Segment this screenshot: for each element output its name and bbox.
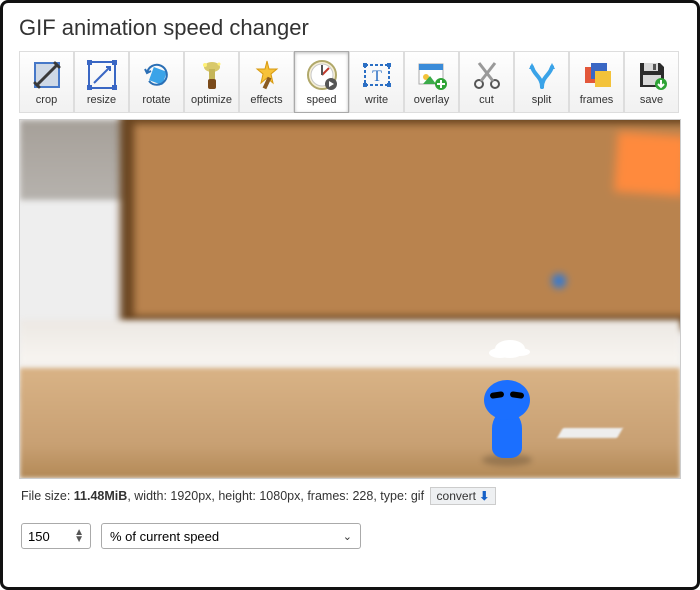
tool-label-speed: speed — [307, 94, 337, 106]
frames-value: 228 — [352, 489, 373, 503]
tool-overlay[interactable]: overlay — [404, 51, 459, 113]
speed-unit-label: % of current speed — [110, 529, 219, 544]
speed-icon — [305, 58, 339, 92]
write-icon: T — [360, 58, 394, 92]
gif-preview — [19, 119, 681, 479]
save-icon — [635, 58, 669, 92]
optimize-icon — [195, 58, 229, 92]
speed-value: 150 — [28, 529, 50, 544]
download-icon: ⬇ — [479, 489, 489, 503]
width-value: 1920px — [170, 489, 211, 503]
speed-unit-select[interactable]: % of current speed ⌄ — [101, 523, 361, 549]
tool-label-save: save — [640, 94, 663, 106]
tool-speed[interactable]: speed — [294, 51, 349, 113]
tool-label-cut: cut — [479, 94, 494, 106]
svg-text:T: T — [372, 68, 382, 85]
tool-label-write: write — [365, 94, 388, 106]
height-value: 1080px — [259, 489, 300, 503]
tool-effects[interactable]: effects — [239, 51, 294, 113]
split-icon — [525, 58, 559, 92]
height-label: , height: — [211, 489, 259, 503]
type-value: gif — [411, 489, 424, 503]
tool-save[interactable]: save — [624, 51, 679, 113]
page-title: GIF animation speed changer — [19, 15, 681, 41]
effects-icon — [250, 58, 284, 92]
tool-rotate[interactable]: rotate — [129, 51, 184, 113]
tool-split[interactable]: split — [514, 51, 569, 113]
tool-optimize[interactable]: optimize — [184, 51, 239, 113]
cut-icon — [470, 58, 504, 92]
tool-label-frames: frames — [580, 94, 614, 106]
tool-resize[interactable]: resize — [74, 51, 129, 113]
rotate-icon — [140, 58, 174, 92]
crop-icon — [30, 58, 64, 92]
chevron-down-icon: ⌄ — [343, 530, 352, 543]
convert-label: convert — [437, 489, 476, 503]
type-label: , type: — [373, 489, 411, 503]
tool-frames[interactable]: frames — [569, 51, 624, 113]
frames-label: , frames: — [300, 489, 352, 503]
tool-label-split: split — [532, 94, 552, 106]
overlay-icon — [415, 58, 449, 92]
tool-label-crop: crop — [36, 94, 57, 106]
speed-controls: 150 ▲▼ % of current speed ⌄ — [19, 519, 681, 553]
file-info: File size: 11.48MiB, width: 1920px, heig… — [19, 479, 681, 519]
toolbar: crop resize rotate — [19, 51, 681, 113]
tool-label-overlay: overlay — [414, 94, 449, 106]
tool-label-effects: effects — [250, 94, 282, 106]
tool-label-rotate: rotate — [142, 94, 170, 106]
tool-label-resize: resize — [87, 94, 116, 106]
filesize-label: File size: — [21, 489, 74, 503]
convert-button[interactable]: convert ⬇ — [430, 487, 497, 505]
tool-crop[interactable]: crop — [19, 51, 74, 113]
frames-icon — [580, 58, 614, 92]
tool-label-optimize: optimize — [191, 94, 232, 106]
number-stepper-icon[interactable]: ▲▼ — [74, 529, 84, 543]
speed-value-input[interactable]: 150 ▲▼ — [21, 523, 91, 549]
filesize-value: 11.48MiB — [74, 489, 128, 503]
tool-cut[interactable]: cut — [459, 51, 514, 113]
tool-write[interactable]: T write — [349, 51, 404, 113]
width-label: , width: — [127, 489, 170, 503]
resize-icon — [85, 58, 119, 92]
